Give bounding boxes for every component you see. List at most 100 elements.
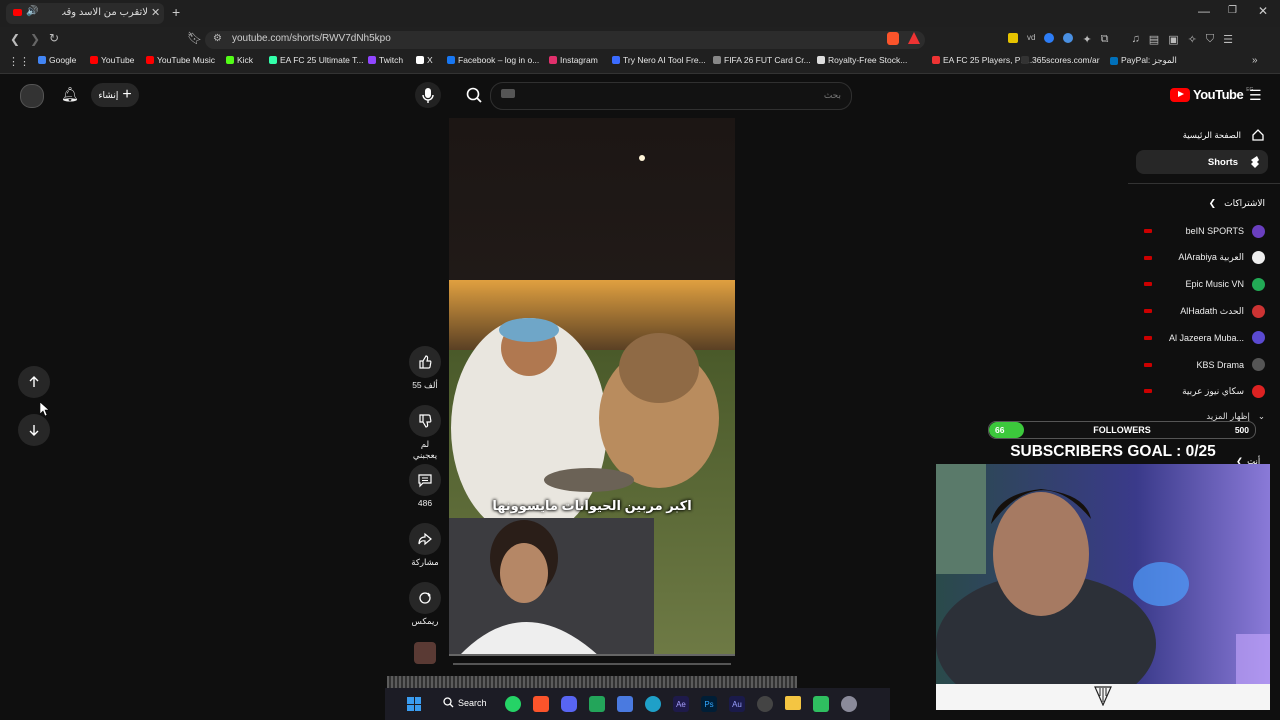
share-button[interactable]: مشاركة xyxy=(408,523,442,568)
media-icon[interactable]: ♫ xyxy=(1132,33,1140,46)
guide-menu-icon[interactable]: ☰ xyxy=(1249,87,1262,104)
live-indicator-icon xyxy=(1144,282,1152,287)
puzzle-icon[interactable]: ✦ xyxy=(1082,33,1091,46)
bookmark-item[interactable]: YouTube Music xyxy=(146,55,215,65)
youtube-logo[interactable]: YouTube EG xyxy=(1170,87,1253,102)
extension-icon[interactable] xyxy=(1063,33,1074,43)
sidebar-item-subscription[interactable]: AlHadath الحدث xyxy=(1140,302,1265,320)
sidebar-item-home[interactable]: الصفحة الرئيسية xyxy=(1140,126,1265,144)
obs-icon[interactable] xyxy=(757,696,773,712)
bookmark-item[interactable]: FIFA 26 FUT Card Cr... xyxy=(713,55,811,65)
minimize-icon[interactable]: — xyxy=(1198,4,1210,18)
remix-button[interactable]: ريمكس xyxy=(408,582,442,627)
calculator-icon[interactable] xyxy=(617,696,633,712)
sidebar-section-subscriptions[interactable]: ❮ الاشتراكات xyxy=(1140,198,1265,209)
edge-icon[interactable] xyxy=(645,696,661,712)
menu-icon[interactable]: ☰ xyxy=(1223,33,1233,46)
after-effects-icon[interactable]: Ae xyxy=(673,696,689,712)
reload-icon[interactable]: ↻ xyxy=(49,31,59,45)
site-info-icon[interactable]: ⚙︎ xyxy=(213,33,222,44)
sidebar-item-subscription[interactable]: KBS Drama xyxy=(1140,356,1265,374)
close-tab-icon[interactable]: ✕ xyxy=(151,6,160,19)
url-text[interactable]: youtube.com/shorts/RWV7dNh5kpo xyxy=(232,33,391,44)
sidebar-item-shorts[interactable]: Shorts xyxy=(1136,150,1268,174)
apps-icon[interactable]: ⋮⋮ xyxy=(8,55,30,68)
vpn-icon[interactable]: ⛉ xyxy=(1206,33,1214,46)
bookmark-item[interactable]: X xyxy=(416,55,433,65)
subscription-name: Al Jazeera Muba... xyxy=(1168,332,1244,343)
bookmark-label: X xyxy=(427,55,433,65)
bookmark-item[interactable]: Google xyxy=(38,55,76,65)
extensions-icon[interactable]: ⧉ xyxy=(1101,33,1109,46)
bookmark-item[interactable]: EA FC 25 Ultimate T... xyxy=(269,55,363,65)
bookmark-item[interactable]: EA FC 25 Players, Pri... xyxy=(932,55,1032,65)
photoshop-icon[interactable]: Ps xyxy=(701,696,717,712)
audition-icon[interactable]: Au xyxy=(729,696,745,712)
live-indicator-icon xyxy=(1144,389,1152,394)
bookmark-item[interactable]: Twitch xyxy=(368,55,403,65)
extension-icon[interactable]: vd xyxy=(1027,33,1035,46)
keyboard-icon[interactable] xyxy=(501,89,515,98)
close-window-icon[interactable]: ✕ xyxy=(1258,4,1268,18)
bookmark-item[interactable]: PayPal: الموجز xyxy=(1110,55,1177,66)
start-button[interactable] xyxy=(407,697,421,711)
file-explorer-icon[interactable] xyxy=(785,696,801,710)
bookmark-favicon-icon xyxy=(226,56,234,64)
bookmark-item[interactable]: Royalty-Free Stock... xyxy=(817,55,907,65)
bookmark-item[interactable]: YouTube xyxy=(90,55,134,65)
channel-avatar[interactable] xyxy=(414,642,436,664)
sidebar-item-subscription[interactable]: AlArabiya العربية xyxy=(1140,249,1265,267)
wallet-icon[interactable]: ▣ xyxy=(1168,33,1178,46)
video-progress-bar[interactable] xyxy=(453,663,731,665)
bookmark-item[interactable]: Kick xyxy=(226,55,253,65)
brave-shield-icon[interactable] xyxy=(887,32,899,45)
next-short-button[interactable] xyxy=(18,414,50,446)
sidebar-item-subscription[interactable]: Epic Music VN xyxy=(1140,275,1265,293)
previous-short-button[interactable] xyxy=(18,366,50,398)
whatsapp-icon[interactable] xyxy=(505,696,521,712)
sidebar-item-label: Shorts xyxy=(1207,156,1238,168)
like-button[interactable]: 55 ألف xyxy=(408,346,442,391)
sidebar-item-subscription[interactable]: Al Jazeera Muba... xyxy=(1140,329,1265,347)
bookmark-favicon-icon xyxy=(146,56,154,64)
taskbar-search[interactable]: Search xyxy=(443,697,487,708)
sidebar-item-subscription[interactable]: beIN SPORTS xyxy=(1140,222,1265,240)
search-button[interactable] xyxy=(456,82,492,108)
discord-icon[interactable] xyxy=(561,696,577,712)
audio-playing-icon[interactable]: 🔊 xyxy=(26,6,38,17)
bookmark-item[interactable]: 365scores.com/ar xyxy=(1021,55,1100,65)
extension-icon[interactable] xyxy=(1008,33,1018,43)
streamer-logo-icon xyxy=(1094,686,1112,706)
dislike-button[interactable]: لم يعجبني xyxy=(408,405,442,461)
settings-icon[interactable] xyxy=(841,696,857,712)
sidebar-item-subscription[interactable]: سكاي نيوز عربية xyxy=(1140,382,1265,400)
notifications-icon[interactable]: 🔔︎ xyxy=(61,86,79,103)
bookmark-item[interactable]: Instagram xyxy=(549,55,598,65)
brave-icon[interactable] xyxy=(533,696,549,712)
bookmark-label: YouTube Music xyxy=(157,55,215,65)
search-input[interactable]: بحث xyxy=(490,82,852,110)
bookmark-icon[interactable]: 🔖︎ xyxy=(187,31,202,45)
create-button[interactable]: إنشاء + xyxy=(91,83,139,107)
ai-icon[interactable]: ✧ xyxy=(1188,33,1197,46)
back-icon[interactable]: ❮ xyxy=(10,32,20,46)
youtube-tab-icon xyxy=(13,9,22,16)
comments-button[interactable]: 486 xyxy=(408,464,442,508)
green-app-icon[interactable] xyxy=(589,696,605,712)
extension-icon[interactable] xyxy=(1044,33,1055,43)
sidebar-icon[interactable]: ▤ xyxy=(1149,33,1159,46)
forward-icon[interactable]: ❯ xyxy=(30,32,40,46)
bookmark-item[interactable]: Facebook – log in o... xyxy=(447,55,539,65)
voice-search-button[interactable] xyxy=(415,82,441,108)
brave-rewards-icon[interactable] xyxy=(908,32,920,44)
short-video-player[interactable]: اكبر مربين الحيوانات مايسوونها xyxy=(449,118,735,656)
more-bookmarks-icon[interactable]: » xyxy=(1252,55,1258,66)
bookmark-item[interactable]: Try Nero AI Tool Fre... xyxy=(612,55,706,65)
bookmark-label: FIFA 26 FUT Card Cr... xyxy=(724,55,811,65)
green-app-icon[interactable] xyxy=(813,696,829,712)
restore-icon[interactable]: ❐ xyxy=(1228,5,1237,16)
account-avatar[interactable] xyxy=(20,84,44,108)
new-tab-icon[interactable]: + xyxy=(172,4,180,20)
browser-tab[interactable]: 🔊 لاتقرب من الاسد وقت الأكل - e ✕ xyxy=(6,3,164,24)
bookmark-label: Google xyxy=(49,55,77,65)
